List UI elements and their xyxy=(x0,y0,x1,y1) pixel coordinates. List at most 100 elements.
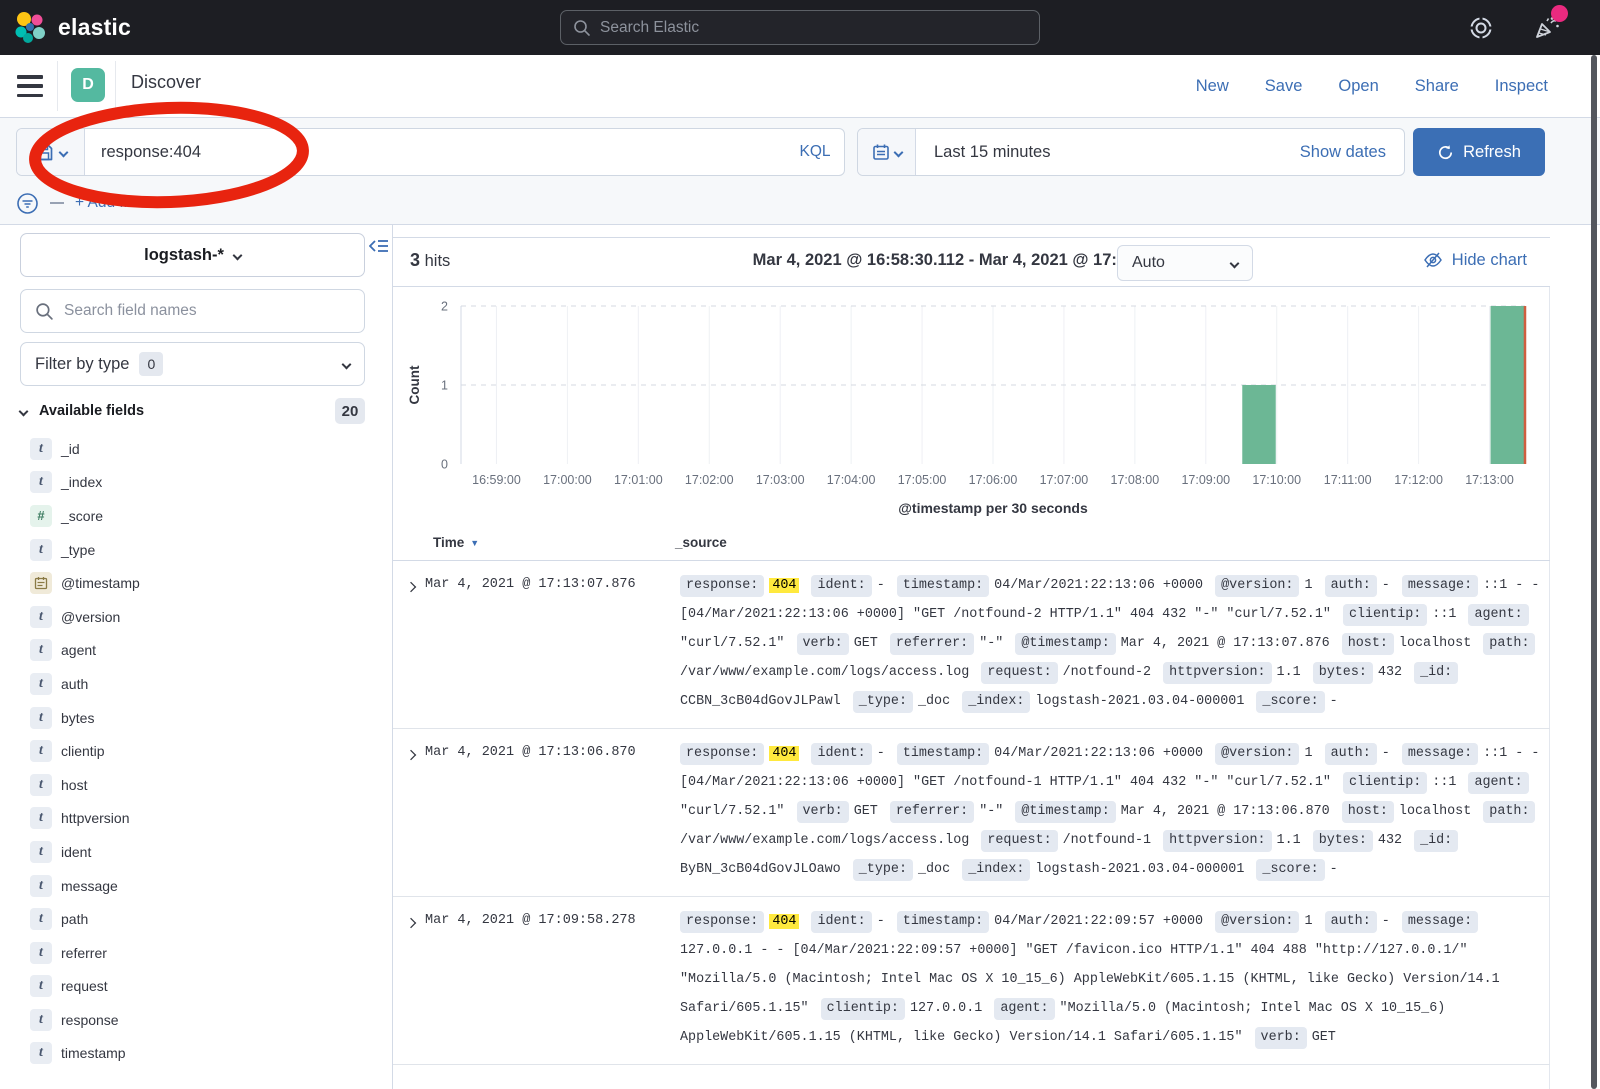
field-key-badge: path: xyxy=(1483,801,1535,823)
field-key-badge: agent: xyxy=(994,998,1054,1020)
help-icon[interactable] xyxy=(1468,15,1494,41)
field-key-badge: _type: xyxy=(853,859,913,881)
documents-table-header: Time ▼ _source xyxy=(393,533,1550,561)
date-quick-menu-button[interactable] xyxy=(858,129,916,175)
nav-action-inspect[interactable]: Inspect xyxy=(1495,77,1548,96)
field-key-badge: clientip: xyxy=(1343,604,1427,626)
nav-action-open[interactable]: Open xyxy=(1338,77,1378,96)
field-item-ident[interactable]: tident xyxy=(0,835,393,869)
interval-select[interactable]: Auto xyxy=(1117,245,1253,281)
field-key-badge: _score: xyxy=(1256,859,1324,881)
histogram-chart[interactable]: 01216:59:0017:00:0017:01:0017:02:0017:03… xyxy=(399,292,1547,520)
string-field-icon: t xyxy=(30,606,52,628)
svg-text:17:08:00: 17:08:00 xyxy=(1111,473,1160,487)
documents-table-body: Mar 4, 2021 @ 17:13:07.876response:404 i… xyxy=(393,561,1550,1089)
chevron-down-icon xyxy=(58,147,68,157)
collapse-sidebar-button[interactable] xyxy=(369,237,389,255)
field-key-badge: clientip: xyxy=(821,998,905,1020)
field-item-referrer[interactable]: treferrer xyxy=(0,936,393,970)
field-item-request[interactable]: trequest xyxy=(0,970,393,1004)
field-key-badge: bytes: xyxy=(1313,662,1373,684)
histogram-bar[interactable] xyxy=(1491,306,1524,464)
string-field-icon: t xyxy=(30,942,52,964)
discover-app-icon: D xyxy=(71,68,105,102)
expand-row-button[interactable] xyxy=(406,750,417,761)
field-item-timestamp[interactable]: ttimestamp xyxy=(0,1037,393,1071)
available-fields-header[interactable]: Available fields 20 xyxy=(20,397,365,425)
svg-text:17:03:00: 17:03:00 xyxy=(756,473,805,487)
field-item-version[interactable]: t@version xyxy=(0,600,393,634)
highlighted-value: 404 xyxy=(769,578,799,593)
results-header: 3 hits Mar 4, 2021 @ 16:58:30.112 - Mar … xyxy=(393,237,1550,287)
elastic-logo[interactable]: elastic xyxy=(14,11,131,45)
field-item-agent[interactable]: tagent xyxy=(0,634,393,668)
field-item-type[interactable]: t_type xyxy=(0,533,393,567)
refresh-button[interactable]: Refresh xyxy=(1413,128,1545,176)
y-axis-label: Count xyxy=(407,365,422,404)
add-filter-button[interactable]: + Add filter xyxy=(75,194,149,212)
nav-action-save[interactable]: Save xyxy=(1265,77,1303,96)
field-key-badge: auth: xyxy=(1325,911,1377,933)
field-item-clientip[interactable]: tclientip xyxy=(0,734,393,768)
field-key-badge: referrer: xyxy=(890,801,974,823)
field-item-index[interactable]: t_index xyxy=(0,466,393,500)
nav-action-share[interactable]: Share xyxy=(1415,77,1459,96)
string-field-icon: t xyxy=(30,673,52,695)
field-item-auth[interactable]: tauth xyxy=(0,667,393,701)
field-key-badge: clientip: xyxy=(1343,772,1427,794)
string-field-icon: t xyxy=(30,639,52,661)
hide-chart-button[interactable]: Hide chart xyxy=(1423,250,1527,270)
time-range-value[interactable]: Last 15 minutes xyxy=(916,129,1300,175)
svg-text:17:01:00: 17:01:00 xyxy=(614,473,663,487)
saved-query-menu-button[interactable] xyxy=(17,129,85,175)
query-input[interactable]: response:404 xyxy=(85,129,786,175)
filter-by-type-select[interactable]: Filter by type 0 xyxy=(20,342,365,386)
field-item-path[interactable]: tpath xyxy=(0,902,393,936)
filter-icon[interactable] xyxy=(16,192,39,215)
source-column-header: _source xyxy=(675,535,727,550)
field-item-timestamp[interactable]: @timestamp xyxy=(0,566,393,600)
index-pattern-label: logstash-* xyxy=(144,246,224,265)
field-key-badge: bytes: xyxy=(1313,830,1373,852)
expand-row-button[interactable] xyxy=(406,918,417,929)
field-item-message[interactable]: tmessage xyxy=(0,869,393,903)
field-key-badge: verb: xyxy=(797,633,849,655)
string-field-icon: t xyxy=(30,1042,52,1064)
field-key-badge: auth: xyxy=(1325,743,1377,765)
string-field-icon: t xyxy=(30,975,52,997)
field-key-badge: httpversion: xyxy=(1163,830,1271,852)
field-item-score[interactable]: #_score xyxy=(0,499,393,533)
field-key-badge: ident: xyxy=(811,911,871,933)
svg-text:17:05:00: 17:05:00 xyxy=(898,473,947,487)
divider xyxy=(57,61,58,111)
field-key-badge: timestamp: xyxy=(897,575,989,597)
notification-badge xyxy=(1551,5,1568,22)
time-column-header[interactable]: Time ▼ xyxy=(433,535,479,550)
field-key-badge: host: xyxy=(1342,801,1394,823)
field-item-id[interactable]: t_id xyxy=(0,432,393,466)
nav-action-new[interactable]: New xyxy=(1196,77,1229,96)
string-field-icon: t xyxy=(30,471,52,493)
time-column-label: Time xyxy=(433,535,464,550)
field-key-badge: request: xyxy=(981,662,1057,684)
query-language-button[interactable]: KQL xyxy=(786,129,844,175)
index-pattern-select[interactable]: logstash-* xyxy=(20,233,365,277)
expand-row-button[interactable] xyxy=(406,582,417,593)
histogram-bar[interactable] xyxy=(1242,385,1275,464)
field-key-badge: verb: xyxy=(797,801,849,823)
type-filter-count-badge: 0 xyxy=(139,352,163,376)
field-key-badge: _score: xyxy=(1256,691,1324,713)
field-item-host[interactable]: thost xyxy=(0,768,393,802)
field-item-httpversion[interactable]: thttpversion xyxy=(0,802,393,836)
field-item-bytes[interactable]: tbytes xyxy=(0,701,393,735)
field-item-response[interactable]: tresponse xyxy=(0,1003,393,1037)
field-search-input[interactable]: Search field names xyxy=(20,289,365,333)
menu-button[interactable] xyxy=(17,75,43,97)
page-scrollbar[interactable] xyxy=(1591,55,1597,1089)
global-search-input[interactable]: Search Elastic xyxy=(560,10,1040,45)
field-key-badge: request: xyxy=(981,830,1057,852)
svg-text:17:02:00: 17:02:00 xyxy=(685,473,734,487)
field-key-badge: agent: xyxy=(1468,604,1528,626)
field-name: ident xyxy=(61,844,91,860)
show-dates-button[interactable]: Show dates xyxy=(1300,129,1404,175)
